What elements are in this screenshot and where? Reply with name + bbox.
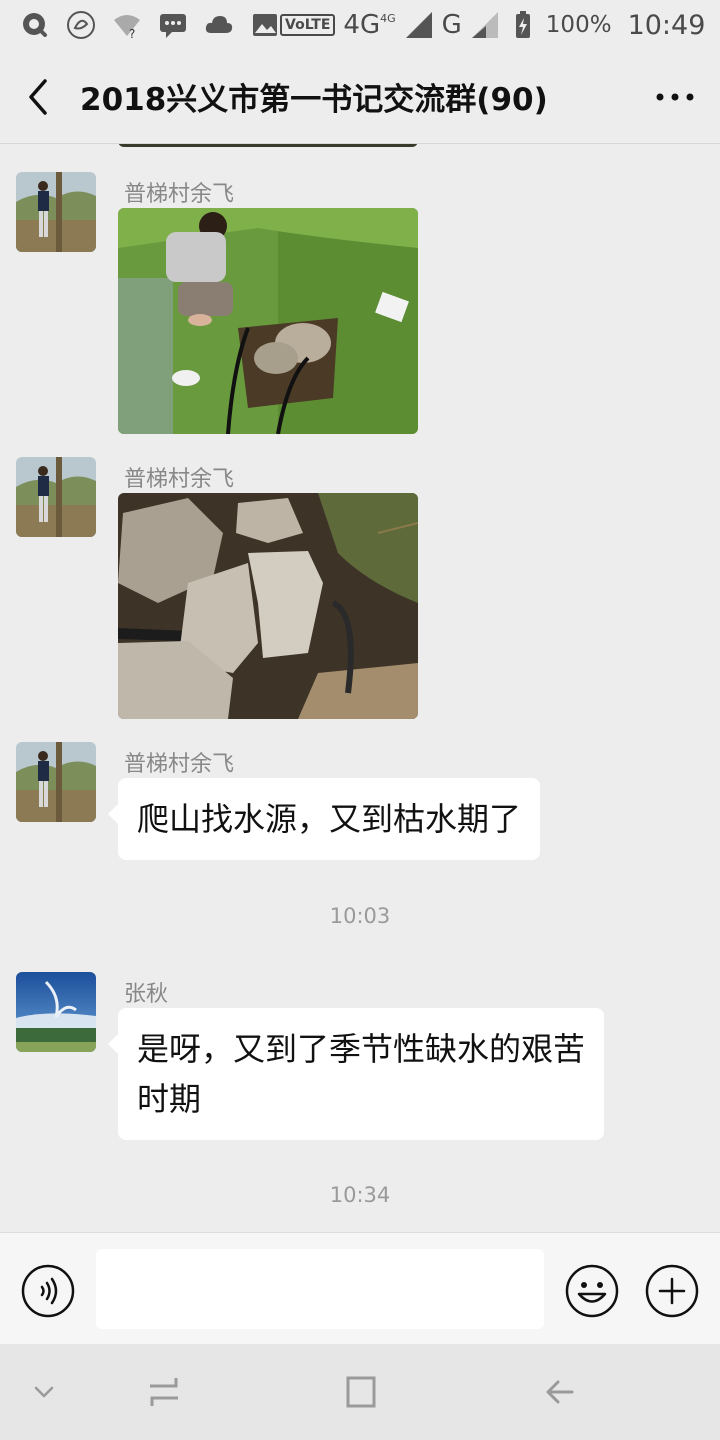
avatar-photo-man-outdoors	[16, 742, 96, 822]
photo-rocks-and-water-pipe	[118, 493, 418, 719]
emoji-button[interactable]	[564, 1263, 620, 1319]
avatar[interactable]	[16, 172, 96, 252]
message-icon	[158, 10, 188, 40]
back-button[interactable]	[0, 50, 76, 144]
nav-recents-icon	[150, 1378, 178, 1406]
page-title: 2018兴义市第一书记交流群(90)	[80, 82, 548, 118]
avatar[interactable]	[16, 457, 96, 537]
status-bar-notifications: ?	[20, 10, 280, 40]
network-4g-superscript: 4G	[380, 11, 396, 25]
avatar-photo-man-outdoors	[16, 172, 96, 252]
wifi-question-icon: ?	[112, 10, 142, 40]
svg-text:?: ?	[129, 27, 135, 40]
avatar[interactable]	[16, 972, 96, 1052]
emoji-icon	[565, 1264, 619, 1318]
photo-man-crouching-by-water-source	[118, 208, 418, 434]
image-message[interactable]	[118, 208, 418, 434]
chevron-left-icon	[29, 78, 47, 115]
system-navigation-bar	[0, 1344, 720, 1440]
volte-badge: VoLTE	[280, 14, 336, 36]
signal-strength-icon	[404, 10, 434, 40]
nav-recents-button[interactable]	[144, 1372, 184, 1412]
more-actions-button[interactable]	[644, 1263, 700, 1319]
voice-input-button[interactable]	[20, 1263, 76, 1319]
nav-back-icon	[546, 1380, 574, 1404]
signal-strength-2-icon	[470, 10, 500, 40]
text-message-line: 是呀，又到了季节性缺水的艰苦	[137, 1030, 586, 1068]
text-message-bubble[interactable]: 爬山找水源，又到枯水期了	[107, 778, 541, 860]
gallery-icon	[250, 10, 280, 40]
battery-percent: 100%	[545, 12, 612, 38]
previous-image-edge[interactable]	[118, 144, 418, 147]
nav-home-icon	[346, 1376, 376, 1408]
clock: 10:49	[627, 9, 706, 41]
network-4g-label: 4G	[343, 10, 381, 40]
status-bar-system: VoLTE 4G 4G G 100% 10:49	[280, 10, 705, 41]
nav-back-button[interactable]	[540, 1372, 580, 1412]
cloud-icon	[204, 10, 234, 40]
plus-icon	[645, 1264, 699, 1318]
sender-name: 普梯村余飞	[124, 467, 235, 492]
chat-header: 2018兴义市第一书记交流群(90)	[0, 50, 720, 144]
message-input-bar	[0, 1232, 720, 1344]
message-input[interactable]	[96, 1249, 544, 1329]
avatar[interactable]	[16, 742, 96, 822]
avatar-photo-sky-landscape	[16, 972, 96, 1052]
more-button[interactable]	[630, 50, 720, 144]
sender-name: 普梯村余飞	[124, 182, 235, 207]
battery-charging-icon	[508, 10, 538, 40]
chat-message-list[interactable]: 普梯村余飞 普梯村余飞 普梯村余飞 爬山找水源，又到枯水期了 10:03 张秋 …	[0, 144, 720, 1232]
nav-home-button[interactable]	[340, 1372, 380, 1412]
status-bar: ? VoLTE 4G 4G G 100% 10:49	[0, 0, 720, 50]
app-notification-icon	[66, 10, 96, 40]
sender-name: 张秋	[124, 982, 169, 1007]
voice-icon	[21, 1264, 75, 1318]
network-g-label: G	[441, 10, 462, 40]
nav-hide-button[interactable]	[24, 1372, 64, 1412]
more-dots-icon	[656, 93, 694, 100]
text-message-bubble[interactable]: 是呀，又到了季节性缺水的艰苦 时期	[107, 1008, 605, 1140]
text-message-line: 时期	[137, 1080, 202, 1118]
sender-name: 普梯村余飞	[124, 752, 235, 777]
nav-down-icon	[34, 1386, 54, 1398]
qq-icon	[20, 10, 50, 40]
chat-timestamp: 10:03	[329, 904, 391, 928]
image-message[interactable]	[118, 493, 418, 719]
avatar-photo-man-outdoors	[16, 457, 96, 537]
chat-timestamp: 10:34	[329, 1183, 391, 1207]
